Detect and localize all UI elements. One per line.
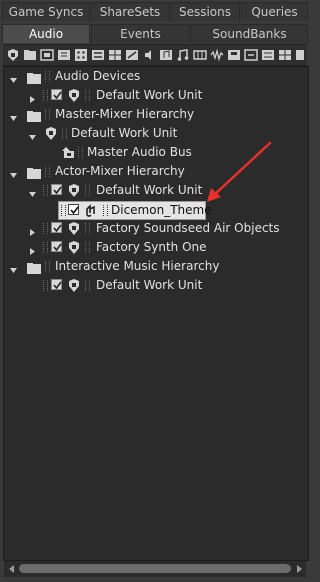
scrollbar-thumb[interactable] (19, 564, 291, 573)
scroll-left-icon[interactable] (6, 563, 18, 575)
annotation-arrow-shaft (211, 141, 272, 198)
scroll-right-icon[interactable] (293, 563, 305, 575)
horizontal-scrollbar[interactable] (4, 561, 306, 577)
annotation-arrow (207, 141, 272, 202)
